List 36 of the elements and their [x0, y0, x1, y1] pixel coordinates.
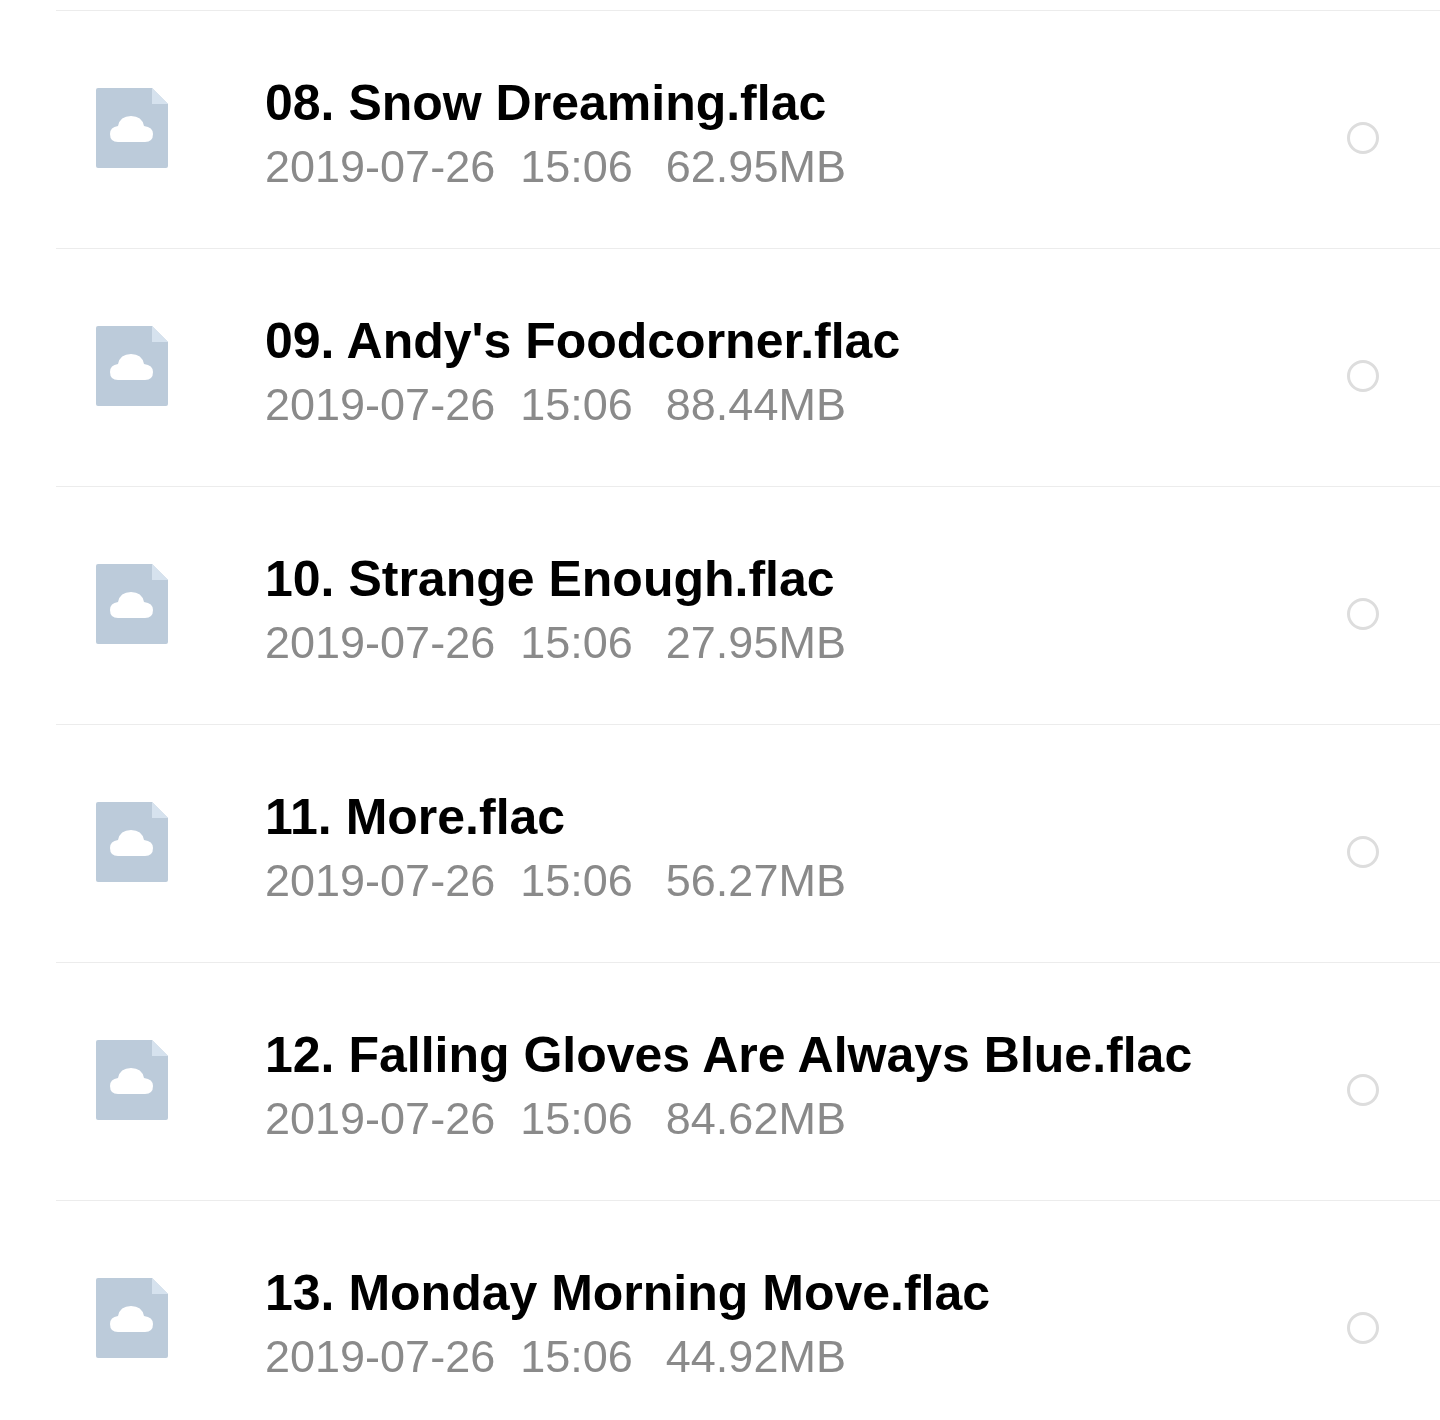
select-radio[interactable]: [1347, 598, 1379, 630]
file-size: 27.95MB: [665, 616, 846, 670]
select-radio[interactable]: [1347, 836, 1379, 868]
file-date: 2019-07-26: [265, 1092, 496, 1146]
select-radio[interactable]: [1347, 1074, 1379, 1106]
file-size: 44.92MB: [665, 1330, 846, 1384]
file-name: 11. More.flac: [265, 788, 567, 847]
file-size: 88.44MB: [665, 378, 846, 432]
file-name: 10. Strange Enough.flac: [265, 550, 836, 609]
select-radio[interactable]: [1347, 360, 1379, 392]
file-date: 2019-07-26: [265, 378, 496, 432]
file-size: 62.95MB: [665, 140, 846, 194]
file-icon: [96, 802, 168, 882]
file-size: 84.62MB: [665, 1092, 846, 1146]
file-name: 09. Andy's Foodcorner.flac: [265, 312, 902, 371]
select-radio[interactable]: [1347, 1312, 1379, 1344]
file-date: 2019-07-26: [265, 854, 496, 908]
select-radio[interactable]: [1347, 122, 1379, 154]
file-icon: [96, 88, 168, 168]
file-size: 56.27MB: [665, 854, 846, 908]
file-time: 15:06: [520, 378, 633, 432]
file-icon: [96, 326, 168, 406]
file-name: 12. Falling Gloves Are Always Blue.flac: [265, 1026, 1194, 1085]
file-date: 2019-07-26: [265, 140, 496, 194]
file-time: 15:06: [520, 1330, 633, 1384]
file-time: 15:06: [520, 616, 633, 670]
file-name: 13. Monday Morning Move.flac: [265, 1264, 992, 1323]
file-time: 15:06: [520, 1092, 633, 1146]
file-icon: [96, 564, 168, 644]
file-icon: [96, 1040, 168, 1120]
file-time: 15:06: [520, 140, 633, 194]
file-name: 08. Snow Dreaming.flac: [265, 74, 828, 133]
file-date: 2019-07-26: [265, 1330, 496, 1384]
file-icon: [96, 1278, 168, 1358]
file-time: 15:06: [520, 854, 633, 908]
file-date: 2019-07-26: [265, 616, 496, 670]
